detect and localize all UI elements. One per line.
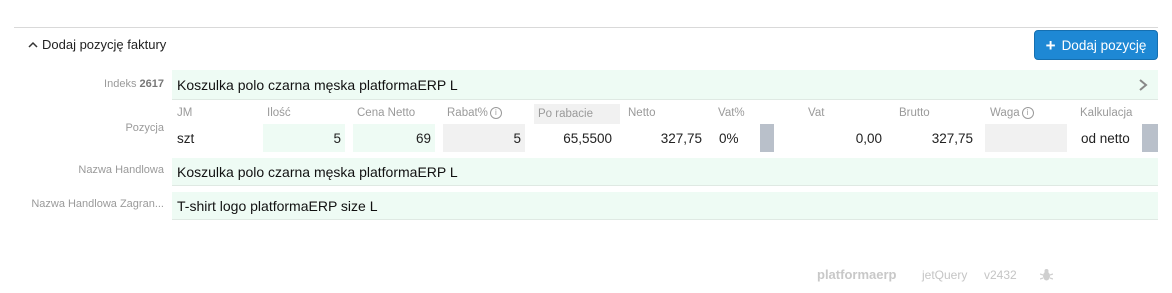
version-label: v2432 xyxy=(984,268,1017,282)
nazwa-handlowa-value: Koszulka polo czarna męska platformaERP … xyxy=(177,164,458,180)
info-icon[interactable]: i xyxy=(1021,107,1034,119)
header-brutto: Brutto xyxy=(899,107,930,119)
header-ilosc: Ilość xyxy=(267,107,291,119)
nazwa-handlowa-zagr-label: Nazwa Handlowa Zagran... xyxy=(31,198,164,210)
bug-icon[interactable] xyxy=(1040,268,1053,282)
header-jm: JM xyxy=(177,107,193,119)
ilosc-input[interactable]: 5 xyxy=(263,124,345,152)
section-collapse-toggle[interactable]: Dodaj pozycję faktury xyxy=(26,37,166,52)
waga-input[interactable] xyxy=(985,124,1067,152)
add-position-label: Dodaj pozycję xyxy=(1061,37,1147,53)
netto-value: 327,75 xyxy=(660,130,702,146)
header-rabat: Rabat% i xyxy=(447,107,502,119)
section-title: Dodaj pozycję faktury xyxy=(42,37,167,52)
platformaerp-logo: platformaerp xyxy=(817,267,897,282)
chevron-up-icon xyxy=(28,41,38,48)
nazwa-handlowa-label: Nazwa Handlowa xyxy=(78,164,164,176)
indeks-number: 2617 xyxy=(139,78,164,90)
header-cena-netto: Cena Netto xyxy=(357,107,416,119)
nazwa-handlowa-zagr-input[interactable]: T-shirt logo platformaERP size L xyxy=(172,192,1158,220)
chevron-right-icon[interactable] xyxy=(1138,78,1148,92)
vat-value: 0,00 xyxy=(855,130,882,146)
header-vat: Vat xyxy=(808,107,825,119)
header-vat-pct: Vat% xyxy=(718,107,745,119)
indeks-label: Indeks 2617 xyxy=(104,78,164,90)
nazwa-handlowa-zagr-value: T-shirt logo platformaERP size L xyxy=(177,198,378,214)
top-divider xyxy=(14,27,1158,28)
indeks-field[interactable]: Koszulka polo czarna męska platformaERP … xyxy=(172,70,1158,100)
jm-field[interactable]: szt xyxy=(172,124,262,152)
header-kalkulacja: Kalkulacja xyxy=(1080,107,1133,119)
brutto-value: 327,75 xyxy=(931,130,973,146)
plus-icon: + xyxy=(1045,35,1056,55)
cena-netto-input[interactable]: 69 xyxy=(353,124,435,152)
pozycja-label: Pozycja xyxy=(125,122,164,134)
vat-pct-dropdown-handle[interactable] xyxy=(760,124,774,152)
kalkulacja-dropdown-handle[interactable] xyxy=(1142,124,1158,152)
info-icon[interactable]: i xyxy=(489,107,502,119)
header-netto: Netto xyxy=(628,107,656,119)
po-rabacie-value: 65,5500 xyxy=(563,130,612,146)
header-po-rabacie: Po rabacie xyxy=(534,104,620,124)
indeks-value: Koszulka polo czarna męska platformaERP … xyxy=(177,77,458,93)
jetquery-label: jetQuery xyxy=(922,268,968,282)
nazwa-handlowa-input[interactable]: Koszulka polo czarna męska platformaERP … xyxy=(172,158,1158,186)
rabat-input[interactable]: 5 xyxy=(443,124,525,152)
kalkulacja-select[interactable]: od netto xyxy=(1076,124,1138,152)
header-waga: Waga i xyxy=(990,107,1034,119)
vat-pct-select[interactable]: 0% xyxy=(714,124,758,152)
add-position-button[interactable]: + Dodaj pozycję xyxy=(1034,30,1158,60)
